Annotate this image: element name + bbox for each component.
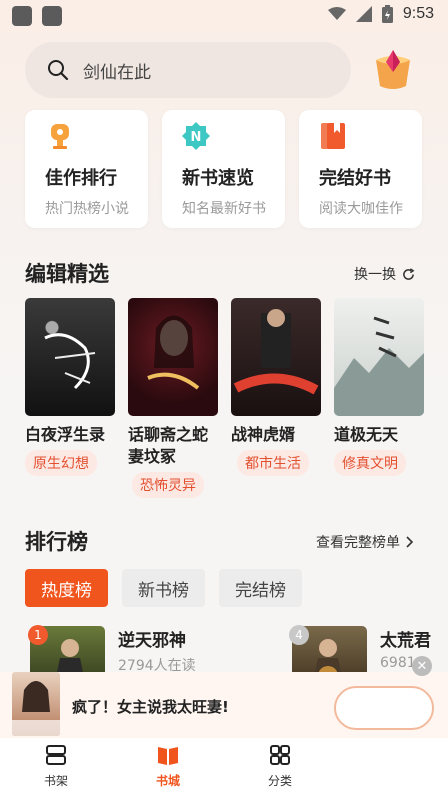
ranking-tabs: 热度榜 新书榜 完结榜 [25,569,302,607]
trophy-icon [51,124,69,149]
book-title: 白夜浮生录 [25,425,106,444]
status-bar: 9:53 [0,0,448,34]
book-icon [321,123,345,149]
banner-title: 疯了！女主说我太旺妻! [72,698,229,716]
book-card[interactable]: 话聊斋之蛇 妻坟冢 恐怖灵异 [128,298,218,498]
cover-art [334,316,424,416]
view-full-ranking-label: 查看完整榜单 [316,535,400,551]
refresh-label: 换一换 [354,267,396,283]
book-tag[interactable]: 恐怖灵异 [132,472,204,498]
tab-hot[interactable]: 热度榜 [25,569,108,607]
ranking-title: 逆天邪神 [118,631,186,651]
book-tag[interactable]: 原生幻想 [25,450,97,476]
ranking-title: 太荒君 [380,631,431,651]
notification-icon [42,6,62,26]
rank-badge: 1 [28,625,48,645]
cover-art [147,315,200,390]
quick-card-subtitle: 知名最新好书 [182,201,266,217]
view-full-ranking-link[interactable]: 查看完整榜单 [316,532,414,552]
book-tag[interactable]: 都市生活 [237,450,309,476]
close-icon[interactable]: ✕ [412,656,432,676]
cover-art [233,309,319,395]
book-cover [25,298,115,416]
book-title: 道极无天 [334,425,399,444]
book-cover [128,298,218,416]
ranking-readers: 6981 [380,655,416,671]
status-time: 9:53 [402,5,434,22]
new-badge-icon: N [182,122,210,150]
floating-banner[interactable]: 疯了！女主说我太旺妻! [0,672,448,738]
book-title: 战神虎婿 [231,425,296,444]
section-title-ranking: 排行榜 [25,530,88,554]
banner-action-button[interactable] [334,686,434,730]
nav-label: 书城 [155,774,180,788]
bottom-nav: 书架 书城 分类 [0,738,448,798]
quick-card-new-books[interactable]: N 新书速览 知名最新好书 [162,110,285,228]
gift-icon[interactable] [370,46,416,92]
banner-cover [12,672,60,736]
wifi-icon [327,7,346,20]
bookstore-icon [158,747,178,765]
signal-icon [355,6,372,22]
chevron-right-icon [406,536,414,548]
cover-art [44,333,96,390]
nav-bookshelf[interactable]: 书架 [26,744,86,789]
quick-card-title: 佳作排行 [45,168,117,189]
nav-category[interactable]: 分类 [250,744,310,789]
book-card[interactable]: 战神虎婿 都市生活 [231,298,321,476]
tab-completed[interactable]: 完结榜 [219,569,302,607]
quick-card-completed[interactable]: 完结好书 阅读大咖佳作 [299,110,422,228]
book-tag[interactable]: 修真文明 [334,450,406,476]
svg-text:N: N [191,130,202,145]
search-placeholder: 剑仙在此 [83,62,151,83]
category-icon [270,745,290,765]
bookshelf-icon [46,745,66,765]
quick-card-title: 完结好书 [319,168,391,189]
quick-card-title: 新书速览 [182,168,254,189]
book-card[interactable]: 白夜浮生录 原生幻想 [25,298,115,476]
quick-card-subtitle: 阅读大咖佳作 [319,201,403,217]
tab-new[interactable]: 新书榜 [122,569,205,607]
refresh-button[interactable]: 换一换 [354,264,415,284]
search-icon [48,60,69,81]
section-title-editor-picks: 编辑精选 [25,262,109,286]
book-title-line2: 妻坟冢 [128,447,177,466]
book-card[interactable]: 道极无天 修真文明 [334,298,424,476]
quick-card-subtitle: 热门热榜小说 [45,201,129,217]
nav-label: 书架 [43,774,68,788]
book-title: 话聊斋之蛇 [128,425,209,444]
refresh-icon [403,267,415,280]
search-bar[interactable]: 剑仙在此 [25,42,351,98]
notification-icon [12,6,32,26]
battery-icon [381,5,393,23]
nav-bookstore[interactable]: 书城 [138,744,198,789]
book-cover [334,298,424,416]
book-cover [231,298,321,416]
rank-badge: 4 [289,625,309,645]
quick-card-ranking[interactable]: 佳作排行 热门热榜小说 [25,110,148,228]
nav-label: 分类 [267,774,292,788]
cover-art [12,681,60,736]
